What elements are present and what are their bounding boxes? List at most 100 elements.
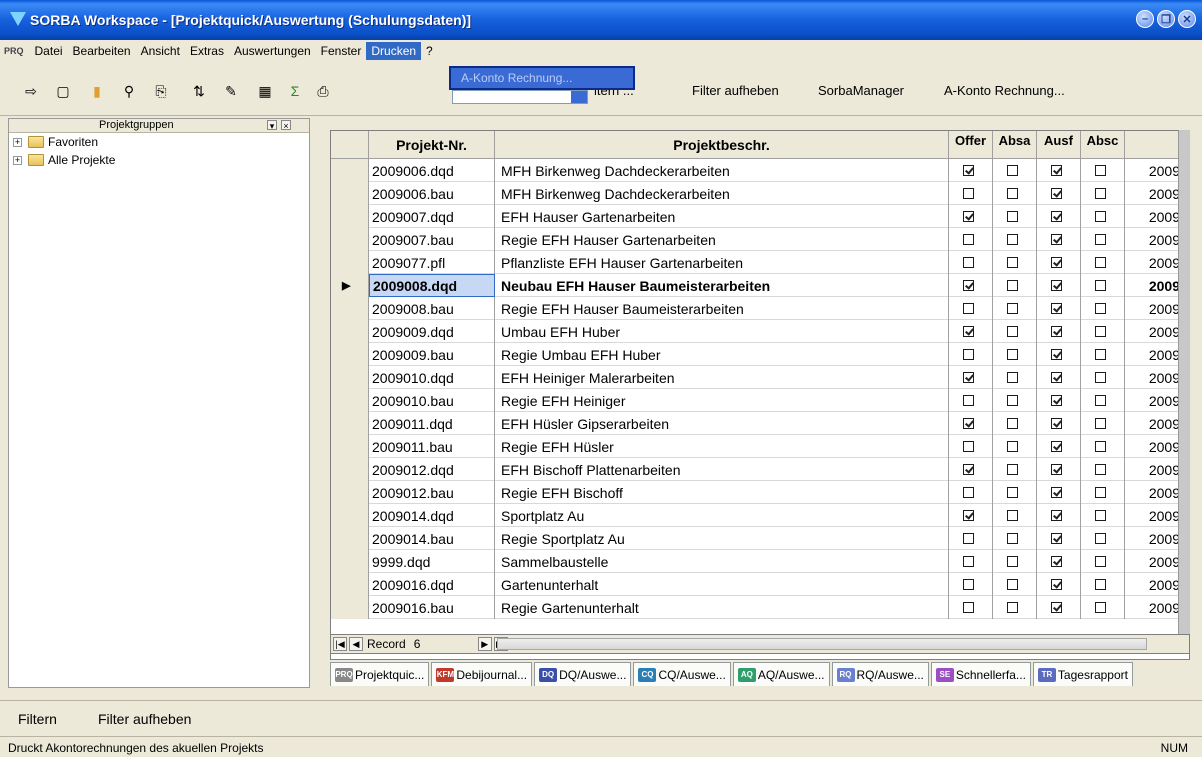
year-cell[interactable]: 2009 xyxy=(1125,550,1185,573)
absc-checkbox[interactable] xyxy=(1095,533,1106,544)
table-row[interactable]: 2009012.dqd EFH Bischoff Plattenarbeiten 2… xyxy=(331,458,1189,481)
ausf-cell[interactable] xyxy=(1037,527,1081,550)
absc-checkbox[interactable] xyxy=(1095,211,1106,222)
ausf-cell[interactable] xyxy=(1037,297,1081,320)
close-button[interactable]: ✕ xyxy=(1178,10,1196,28)
ausf-checkbox[interactable] xyxy=(1051,211,1062,222)
absa-cell[interactable] xyxy=(993,228,1037,251)
menu-fenster[interactable]: Fenster xyxy=(316,42,367,60)
first-record-icon[interactable]: |◀ xyxy=(333,637,347,651)
absc-cell[interactable] xyxy=(1081,596,1125,619)
ausf-checkbox[interactable] xyxy=(1051,441,1062,452)
project-number-cell[interactable]: 2009012.bau xyxy=(369,481,495,504)
offer-cell[interactable] xyxy=(949,458,993,481)
project-number-cell[interactable]: 2009006.bau xyxy=(369,182,495,205)
offer-cell[interactable] xyxy=(949,274,993,297)
table-row[interactable]: 9999.dqd Sammelbaustelle 2009 xyxy=(331,550,1189,573)
offer-checkbox[interactable] xyxy=(963,464,974,475)
table-row[interactable]: 2009006.dqd MFH Birkenweg Dachdeckerarbei… xyxy=(331,159,1189,182)
row-selector[interactable] xyxy=(331,412,369,435)
absa-cell[interactable] xyxy=(993,366,1037,389)
absa-cell[interactable] xyxy=(993,573,1037,596)
absc-cell[interactable] xyxy=(1081,159,1125,182)
ausf-checkbox[interactable] xyxy=(1051,556,1062,567)
row-selector[interactable] xyxy=(331,251,369,274)
ausf-checkbox[interactable] xyxy=(1051,165,1062,176)
ausf-checkbox[interactable] xyxy=(1051,418,1062,429)
ausf-checkbox[interactable] xyxy=(1051,372,1062,383)
year-cell[interactable]: 2009 xyxy=(1125,573,1185,596)
table-row[interactable]: 2009077.pfl Pflanzliste EFH Hauser Garten… xyxy=(331,251,1189,274)
offer-cell[interactable] xyxy=(949,435,993,458)
project-description-cell[interactable]: Regie Umbau EFH Huber xyxy=(495,343,949,366)
absc-checkbox[interactable] xyxy=(1095,234,1106,245)
offer-checkbox[interactable] xyxy=(963,372,974,383)
offer-checkbox[interactable] xyxy=(963,165,974,176)
expand-icon[interactable]: + xyxy=(13,137,22,147)
ausf-cell[interactable] xyxy=(1037,320,1081,343)
ausf-checkbox[interactable] xyxy=(1051,510,1062,521)
row-selector[interactable] xyxy=(331,205,369,228)
row-selector[interactable] xyxy=(331,550,369,573)
year-cell[interactable]: 2009 xyxy=(1125,389,1185,412)
ausf-cell[interactable] xyxy=(1037,435,1081,458)
absc-checkbox[interactable] xyxy=(1095,349,1106,360)
offer-checkbox[interactable] xyxy=(963,188,974,199)
tree-item-alle-projekte[interactable]: + Alle Projekte xyxy=(9,151,309,169)
project-description-cell[interactable]: Regie Gartenunterhalt xyxy=(495,596,949,619)
absa-checkbox[interactable] xyxy=(1007,211,1018,222)
absc-checkbox[interactable] xyxy=(1095,556,1106,567)
tab-cq[interactable]: CQ CQ/Auswe... xyxy=(633,662,731,686)
project-number-cell[interactable]: 2009007.dqd xyxy=(369,205,495,228)
offer-cell[interactable] xyxy=(949,251,993,274)
absa-checkbox[interactable] xyxy=(1007,487,1018,498)
project-number-cell[interactable]: 2009012.dqd xyxy=(369,458,495,481)
absa-cell[interactable] xyxy=(993,159,1037,182)
project-description-cell[interactable]: EFH Heiniger Malerarbeiten xyxy=(495,366,949,389)
absa-checkbox[interactable] xyxy=(1007,556,1018,567)
absa-cell[interactable] xyxy=(993,550,1037,573)
ausf-cell[interactable] xyxy=(1037,366,1081,389)
offer-cell[interactable] xyxy=(949,412,993,435)
vertical-scrollbar[interactable] xyxy=(1178,130,1190,634)
row-selector[interactable] xyxy=(331,366,369,389)
record-number[interactable]: 6 xyxy=(414,637,454,651)
absa-checkbox[interactable] xyxy=(1007,165,1018,176)
row-selector[interactable] xyxy=(331,504,369,527)
project-number-cell[interactable]: 2009011.bau xyxy=(369,435,495,458)
tab-aq[interactable]: AQ AQ/Auswe... xyxy=(732,662,830,686)
absc-cell[interactable] xyxy=(1081,320,1125,343)
absa-checkbox[interactable] xyxy=(1007,280,1018,291)
row-selector[interactable] xyxy=(331,182,369,205)
project-description-cell[interactable]: Regie EFH Bischoff xyxy=(495,481,949,504)
table-row[interactable]: 2009009.bau Regie Umbau EFH Huber 2009 xyxy=(331,343,1189,366)
row-selector[interactable] xyxy=(331,596,369,619)
absa-checkbox[interactable] xyxy=(1007,372,1018,383)
year-cell[interactable]: 2009 xyxy=(1125,366,1185,389)
tree-item-favoriten[interactable]: + Favoriten xyxy=(9,133,309,151)
ausf-cell[interactable] xyxy=(1037,251,1081,274)
absa-cell[interactable] xyxy=(993,596,1037,619)
absc-checkbox[interactable] xyxy=(1095,464,1106,475)
project-description-cell[interactable]: EFH Hauser Gartenarbeiten xyxy=(495,205,949,228)
ausf-checkbox[interactable] xyxy=(1051,234,1062,245)
offer-checkbox[interactable] xyxy=(963,579,974,590)
table-row[interactable]: 2009016.bau Regie Gartenunterhalt 2009 xyxy=(331,596,1189,619)
year-cell[interactable]: 2009 xyxy=(1125,274,1185,297)
absa-checkbox[interactable] xyxy=(1007,579,1018,590)
absc-checkbox[interactable] xyxy=(1095,372,1106,383)
offer-checkbox[interactable] xyxy=(963,441,974,452)
year-cell[interactable]: 2009 xyxy=(1125,527,1185,550)
ausf-cell[interactable] xyxy=(1037,182,1081,205)
absc-cell[interactable] xyxy=(1081,481,1125,504)
ausf-checkbox[interactable] xyxy=(1051,533,1062,544)
row-selector[interactable] xyxy=(331,435,369,458)
project-number-cell[interactable]: 2009009.dqd xyxy=(369,320,495,343)
absa-checkbox[interactable] xyxy=(1007,326,1018,337)
absc-checkbox[interactable] xyxy=(1095,280,1106,291)
ausf-cell[interactable] xyxy=(1037,389,1081,412)
project-number-cell[interactable]: 2009016.bau xyxy=(369,596,495,619)
project-number-cell[interactable]: 2009014.dqd xyxy=(369,504,495,527)
year-cell[interactable]: 2009 xyxy=(1125,228,1185,251)
absc-checkbox[interactable] xyxy=(1095,418,1106,429)
